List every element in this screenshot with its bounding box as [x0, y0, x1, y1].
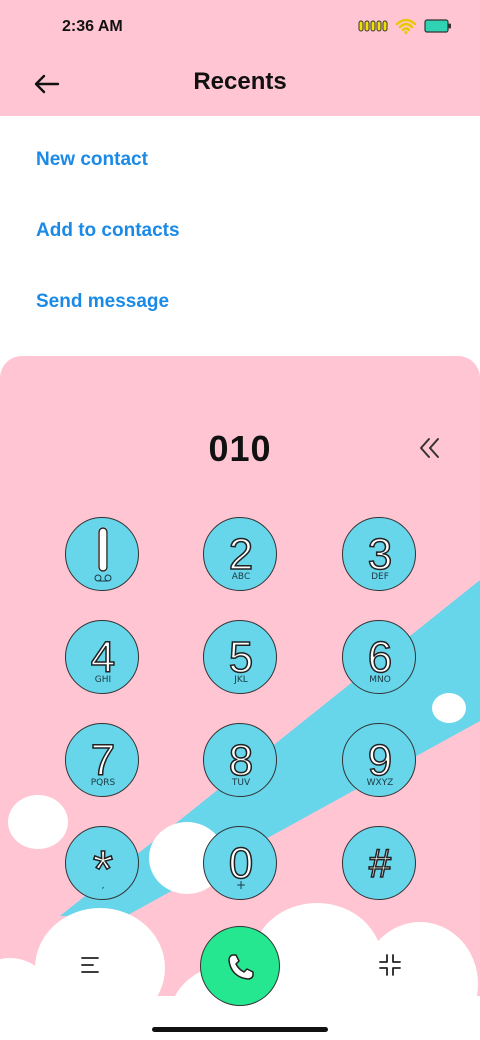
collapse-button[interactable]	[377, 952, 403, 978]
new-contact-link[interactable]: New contact	[0, 116, 480, 187]
key-5-letters: JKL	[234, 675, 248, 685]
battery-icon	[424, 19, 451, 33]
key-8-letters: TUV	[231, 778, 251, 788]
app-bar: Recents	[0, 56, 480, 116]
status-bar: 2:36 AM	[0, 0, 480, 56]
key-star[interactable]: * ,	[65, 826, 139, 900]
digit-hash-glyph: #	[368, 841, 393, 887]
key-1[interactable]	[65, 517, 139, 591]
key-4[interactable]: 4 GHI	[65, 620, 139, 694]
key-2[interactable]: 2 ABC	[203, 517, 277, 591]
home-indicator[interactable]	[152, 1027, 328, 1032]
key-0[interactable]: 0 +	[203, 826, 277, 900]
status-icons	[358, 18, 452, 34]
phone-icon	[228, 954, 254, 980]
status-time: 2:36 AM	[62, 18, 123, 35]
wifi-icon	[396, 18, 416, 34]
key-7[interactable]: 7 PQRS	[65, 723, 139, 797]
key-star-sub: ,	[101, 881, 105, 891]
key-0-plus: +	[235, 878, 247, 892]
key-9[interactable]: 9 WXYZ	[342, 723, 416, 797]
backspace-icon	[420, 438, 439, 458]
dialed-number: 010	[208, 428, 272, 469]
add-to-contacts-link[interactable]: Add to contacts	[0, 187, 480, 258]
menu-icon	[81, 957, 99, 973]
key-2-letters: ABC	[231, 572, 251, 582]
action-list: New contact Add to contacts Send message	[0, 116, 480, 329]
send-message-link[interactable]: Send message	[0, 258, 480, 329]
key-8[interactable]: 8 TUV	[203, 723, 277, 797]
key-9-letters: WXYZ	[366, 778, 394, 788]
key-7-letters: PQRS	[90, 778, 116, 788]
dialer-panel: 010 2 ABC 3 DEF 4 GHI 5 JKL 6 MNO 7 PQRS…	[0, 356, 480, 1040]
voicemail-icon	[94, 574, 112, 582]
menu-button[interactable]	[78, 952, 104, 978]
page-title: Recents	[193, 68, 287, 95]
call-button[interactable]	[200, 926, 280, 1006]
key-hash[interactable]: #	[342, 826, 416, 900]
key-6-letters: MNO	[369, 675, 391, 685]
signal-icon	[358, 20, 388, 32]
key-3-letters: DEF	[371, 572, 389, 582]
key-4-letters: GHI	[94, 675, 112, 685]
svg-text:#: #	[369, 842, 392, 886]
key-6[interactable]: 6 MNO	[342, 620, 416, 694]
collapse-icon	[379, 954, 401, 976]
key-3[interactable]: 3 DEF	[342, 517, 416, 591]
backspace-button[interactable]	[415, 434, 447, 462]
key-5[interactable]: 5 JKL	[203, 620, 277, 694]
